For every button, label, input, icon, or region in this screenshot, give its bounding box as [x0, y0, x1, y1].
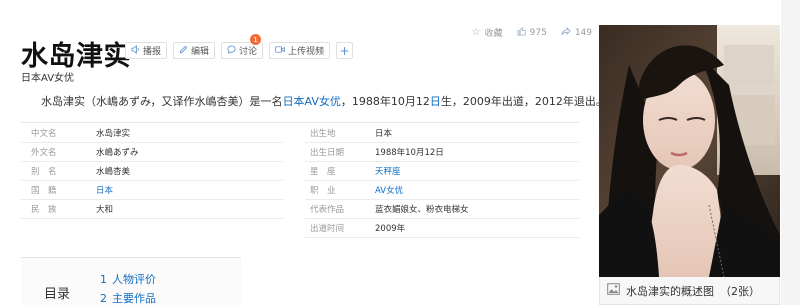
- toc-item-label: 主要作品: [112, 292, 156, 305]
- plus-icon: +: [339, 43, 350, 58]
- summary-text-3: 生，2009年出道，2012年退出。: [440, 95, 607, 108]
- upload-video-label: 上传视频: [288, 47, 325, 57]
- info-value-link[interactable]: AV女优: [375, 184, 403, 196]
- video-icon: [275, 45, 285, 57]
- likes-count: 975: [529, 27, 547, 38]
- summary-text-2: ，1988年10月12: [340, 95, 430, 108]
- info-value: 蓝衣媚娘女、粉衣电梯女: [375, 204, 469, 215]
- edit-label: 编辑: [191, 47, 210, 57]
- notification-badge: 1: [250, 34, 262, 45]
- summary-link-av[interactable]: 日本AV女优: [283, 95, 341, 108]
- chat-bubble-icon: [227, 44, 236, 57]
- summary-photo[interactable]: [599, 25, 780, 277]
- favorite-button[interactable]: ☆ 收藏: [472, 26, 503, 39]
- info-value: 2009年: [375, 223, 406, 234]
- upload-video-button[interactable]: 上传视频: [269, 42, 331, 59]
- info-label: 职 业: [310, 185, 336, 196]
- info-row-birthplace: 出生地 日本: [21, 123, 579, 142]
- summary-link-day[interactable]: 日: [430, 95, 441, 108]
- caption-count: （2张）: [720, 284, 760, 298]
- toc-item[interactable]: 1 人物评价: [100, 271, 156, 287]
- gallery-icon: [607, 283, 620, 298]
- action-toolbar: 播报 编辑 讨论 1 上传视频 +: [125, 34, 354, 59]
- share-button[interactable]: 149: [561, 26, 592, 39]
- toc-item[interactable]: 2 主要作品: [100, 290, 156, 305]
- broadcast-label: 播报: [143, 47, 162, 57]
- row-divider: [305, 237, 579, 238]
- summary-text-1: 水岛津实（水嶋あずみ，又译作水嶋杏美）是一名: [41, 95, 283, 108]
- caption-text: 水岛津实的概述图: [626, 284, 714, 298]
- info-label: 出道时间: [310, 223, 345, 234]
- portrait-illustration: [599, 25, 780, 277]
- scroll-edge: [781, 0, 800, 305]
- info-label: 出生地: [310, 128, 336, 139]
- shares-count: 149: [574, 27, 592, 38]
- speaker-icon: [131, 44, 140, 57]
- info-label: 星 座: [310, 166, 336, 177]
- toc-item-number: 2: [100, 292, 107, 305]
- info-row-works: 代表作品 蓝衣媚娘女、粉衣电梯女: [21, 199, 579, 218]
- table-of-contents: 目录 1 人物评价 2 主要作品: [21, 257, 241, 305]
- discuss-button[interactable]: 讨论 1: [221, 34, 264, 59]
- info-row-zodiac: 星 座 天秤座: [21, 161, 579, 180]
- like-button[interactable]: 975: [517, 26, 547, 39]
- favorite-label: 收藏: [484, 29, 503, 39]
- toc-title: 目录: [44, 287, 71, 302]
- info-row-occupation: 职 业 AV女优: [21, 180, 579, 199]
- share-icon: [561, 26, 571, 39]
- photo-caption[interactable]: 水岛津实的概述图 （2张）: [599, 277, 780, 305]
- stats-bar: ☆ 收藏 975 149: [472, 26, 592, 39]
- page-title: 水岛津实: [21, 41, 131, 72]
- pencil-icon: [179, 45, 188, 57]
- info-label: 代表作品: [310, 204, 345, 215]
- edit-button[interactable]: 编辑: [173, 42, 216, 59]
- info-value-link[interactable]: 天秤座: [375, 165, 401, 177]
- toc-item-number: 1: [100, 273, 107, 286]
- summary-paragraph: 水岛津实（水嶋あずみ，又译作水嶋杏美）是一名日本AV女优，1988年10月12日…: [41, 93, 607, 109]
- toc-item-label: 人物评价: [112, 273, 156, 286]
- info-value: 1988年10月12日: [375, 147, 444, 158]
- thumbs-up-icon: [517, 26, 526, 39]
- infobox: 中文名 水岛津实 外文名 水嶋あずみ 别 名 水嶋杏美 国 籍 日本 民 族 大…: [21, 122, 579, 238]
- info-value: 日本: [375, 128, 393, 139]
- info-row-birthdate: 出生日期 1988年10月12日: [21, 142, 579, 161]
- info-label: 出生日期: [310, 147, 345, 158]
- add-button[interactable]: +: [336, 42, 354, 59]
- star-icon: ☆: [471, 27, 481, 38]
- broadcast-button[interactable]: 播报: [125, 42, 168, 59]
- page-subtitle: 日本AV女优: [21, 73, 75, 84]
- info-row-debut: 出道时间 2009年: [21, 218, 579, 237]
- discuss-label: 讨论: [239, 47, 258, 57]
